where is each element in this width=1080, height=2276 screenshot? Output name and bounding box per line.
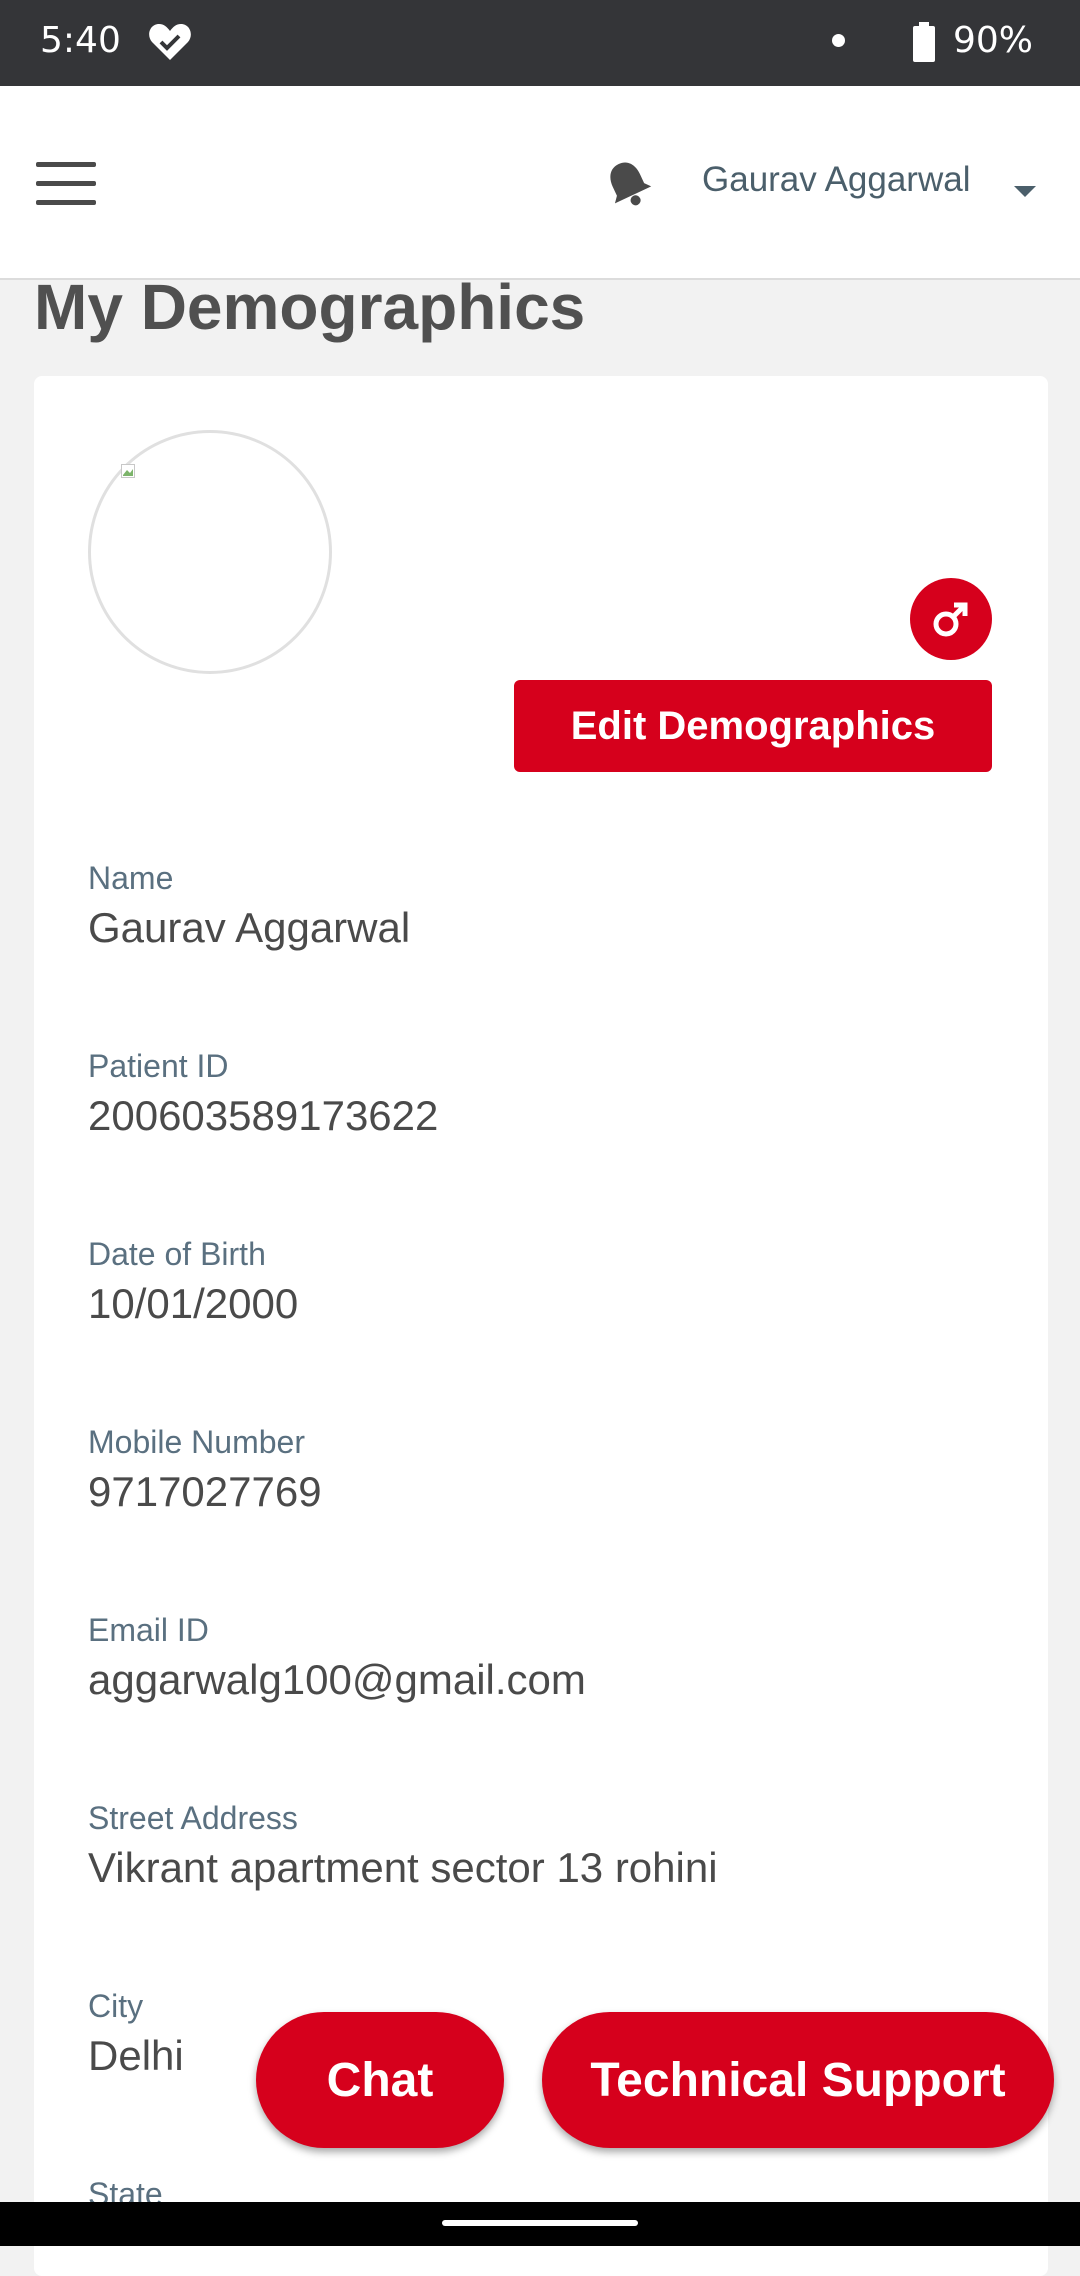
chat-button[interactable]: Chat: [256, 2012, 504, 2148]
field-label: Email ID: [88, 1612, 209, 1648]
status-bar: 5:40 90%: [0, 0, 1080, 86]
battery-icon: [912, 22, 936, 66]
field-label: City: [88, 1988, 144, 2024]
app-header: Gaurav Aggarwal: [0, 86, 1080, 280]
field-value: 10/01/2000: [88, 1280, 299, 1327]
field-value: Delhi: [88, 2032, 184, 2079]
field-value: aggarwalg100@gmail.com: [88, 1656, 586, 1703]
page-title: My Demographics: [34, 271, 586, 343]
caret-down-icon[interactable]: [1014, 186, 1036, 197]
edit-demographics-button[interactable]: Edit Demographics: [514, 680, 992, 772]
avatar: [88, 430, 332, 674]
field-label: Name: [88, 860, 174, 896]
field-label: Date of Birth: [88, 1236, 266, 1272]
field-label: Mobile Number: [88, 1424, 305, 1460]
battery-percentage: 90%: [953, 20, 1034, 61]
home-gesture-handle[interactable]: [442, 2220, 638, 2226]
broken-image-icon: [121, 463, 135, 478]
field-label: Patient ID: [88, 1048, 229, 1084]
field-value: 9717027769: [88, 1468, 322, 1515]
hamburger-menu-icon[interactable]: [36, 162, 96, 206]
user-menu-name[interactable]: Gaurav Aggarwal: [702, 160, 970, 200]
status-time: 5:40: [40, 20, 121, 61]
technical-support-button[interactable]: Technical Support: [542, 2012, 1054, 2148]
field-value: 200603589173622: [88, 1092, 439, 1139]
bell-icon[interactable]: [600, 156, 656, 216]
heart-icon: [148, 22, 192, 66]
notification-dot-icon: [832, 34, 845, 47]
field-value: Vikrant apartment sector 13 rohini: [88, 1844, 718, 1891]
field-label: Street Address: [88, 1800, 298, 1836]
male-symbol-icon: [910, 578, 992, 660]
field-value: Gaurav Aggarwal: [88, 904, 411, 951]
navigation-bar: [0, 2202, 1080, 2246]
